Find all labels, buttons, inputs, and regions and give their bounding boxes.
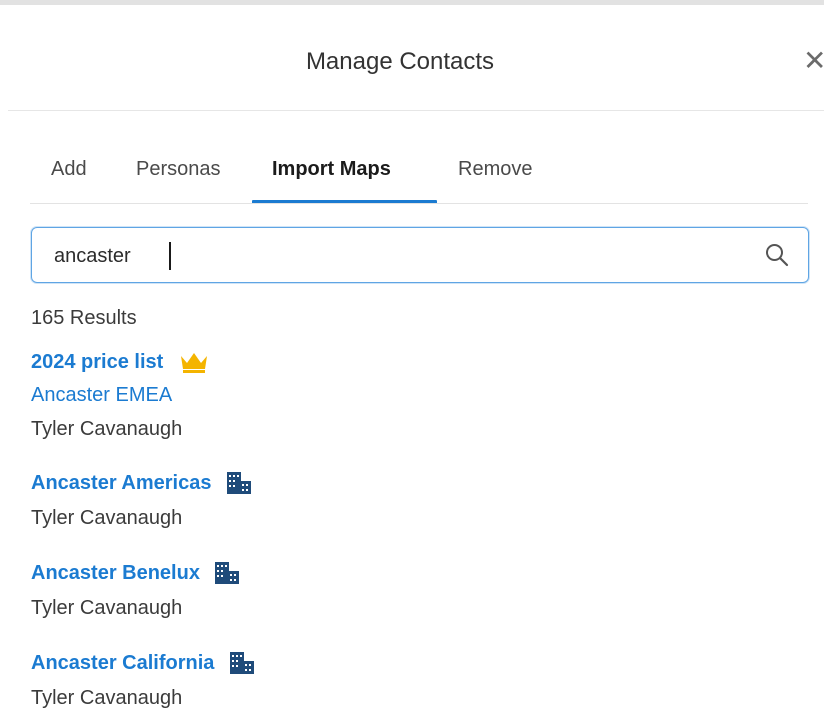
search-box [31,227,809,283]
close-icon[interactable]: ✕ [803,47,824,75]
building-icon [229,652,254,674]
result-title[interactable]: 2024 price list [31,351,163,374]
search-icon[interactable] [764,242,790,268]
building-icon [226,472,251,494]
result-owner: Tyler Cavanaugh [31,687,183,709]
result-link[interactable]: Ancaster EMEA [31,384,210,407]
list-item: Ancaster Americas Tyler Cavanaugh [31,470,252,530]
tab-remove[interactable]: Remove [458,158,532,202]
result-title[interactable]: Ancaster California [31,652,214,675]
results-count: 165 Results [31,307,137,329]
result-title[interactable]: Ancaster Americas [31,472,211,495]
top-divider [0,0,824,5]
result-owner: Tyler Cavanaugh [31,597,183,619]
list-item: Ancaster California Tyler Cavanaugh [31,650,255,710]
list-item: 2024 price list Ancaster EMEA Tyler Cava… [31,350,210,441]
search-input[interactable] [54,240,734,272]
list-item: Ancaster Benelux Tyler Cavanaugh [31,560,240,620]
tab-personas[interactable]: Personas [136,158,221,202]
tabs-divider [30,203,808,204]
dialog-title: Manage Contacts [305,48,495,75]
tab-import-maps[interactable]: Import Maps [272,158,391,202]
result-owner: Tyler Cavanaugh [31,418,183,440]
header-divider [8,110,824,111]
crown-icon [180,353,207,373]
text-cursor [169,242,171,270]
tab-add[interactable]: Add [51,158,87,202]
building-icon [215,562,240,584]
result-owner: Tyler Cavanaugh [31,507,183,529]
tab-bar: Add Personas Import Maps Remove [30,158,808,205]
result-title[interactable]: Ancaster Benelux [31,562,200,585]
